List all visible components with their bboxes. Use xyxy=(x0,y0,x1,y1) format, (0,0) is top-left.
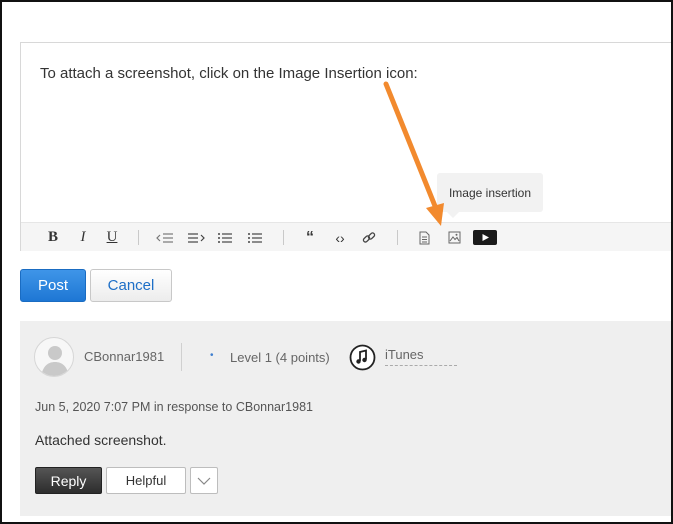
community-link[interactable]: iTunes xyxy=(385,347,457,366)
editor-text[interactable]: To attach a screenshot, click on the Ima… xyxy=(40,65,418,82)
post-button[interactable]: Post xyxy=(20,269,86,302)
image-insertion-tooltip: Image insertion xyxy=(437,173,543,218)
post-date: Jun 5, 2020 7:07 PM in response to CBonn… xyxy=(35,400,313,414)
underline-button[interactable]: U xyxy=(102,223,122,252)
post-body: Attached screenshot. xyxy=(35,432,167,448)
toolbar-separator xyxy=(138,230,139,245)
code-icon[interactable]: ‹› xyxy=(330,223,350,252)
chevron-down-icon xyxy=(197,477,211,485)
user-silhouette-icon xyxy=(41,346,69,376)
helpful-button[interactable]: Helpful xyxy=(106,467,186,494)
italic-button[interactable]: I xyxy=(73,223,93,252)
music-note-icon xyxy=(349,344,376,371)
link-icon[interactable] xyxy=(359,223,379,252)
username[interactable]: CBonnar1981 xyxy=(84,349,164,364)
comment-editor[interactable]: To attach a screenshot, click on the Ima… xyxy=(20,42,673,251)
editor-toolbar: B I U “ ‹› xyxy=(21,222,673,251)
reply-post: CBonnar1981 • Level 1 (4 points) iTunes … xyxy=(20,321,673,516)
outdent-icon[interactable] xyxy=(155,223,175,252)
level-label: Level 1 xyxy=(230,350,272,365)
level-points: (4 points) xyxy=(275,350,330,365)
divider xyxy=(181,343,182,371)
bold-button[interactable]: B xyxy=(43,223,63,252)
document-icon[interactable] xyxy=(414,223,434,252)
more-options-button[interactable] xyxy=(190,467,218,494)
level-bullet-icon: • xyxy=(210,350,214,361)
image-insertion-icon[interactable] xyxy=(444,223,464,252)
toolbar-separator xyxy=(397,230,398,245)
reply-button[interactable]: Reply xyxy=(35,467,102,494)
indent-icon[interactable] xyxy=(186,223,206,252)
avatar[interactable] xyxy=(34,337,74,377)
numbered-list-icon[interactable] xyxy=(215,223,235,252)
video-icon[interactable] xyxy=(472,223,498,252)
toolbar-separator xyxy=(283,230,284,245)
cancel-button[interactable]: Cancel xyxy=(90,269,172,302)
quote-icon[interactable]: “ xyxy=(300,223,320,252)
bulleted-list-icon[interactable] xyxy=(245,223,265,252)
user-level: Level 1 (4 points) xyxy=(230,350,330,365)
